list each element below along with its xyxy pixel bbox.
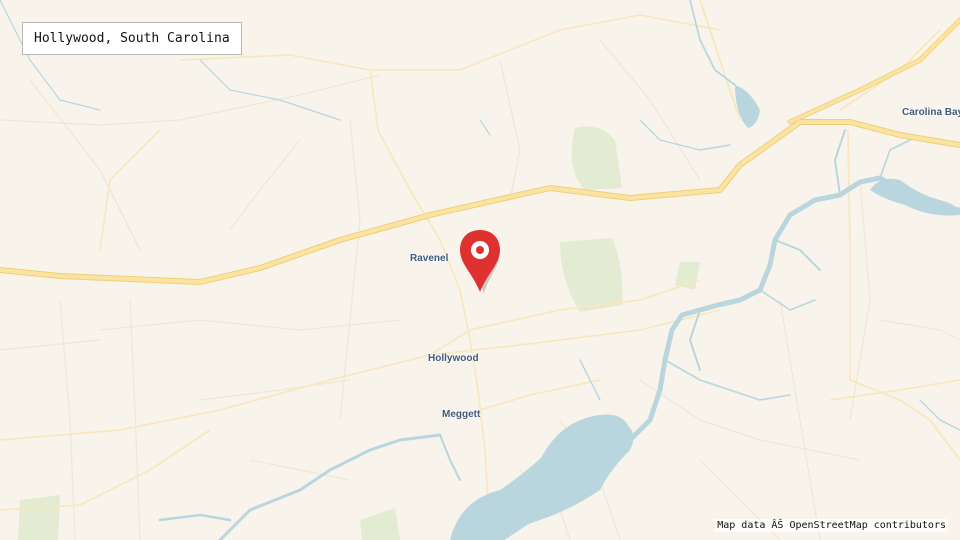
place-label-carolina-bay[interactable]: Carolina Bay <box>902 107 960 118</box>
place-label-ravenel[interactable]: Ravenel <box>410 253 448 264</box>
place-label-hollywood[interactable]: Hollywood <box>428 353 479 364</box>
location-title: Hollywood, South Carolina <box>22 22 242 55</box>
map-pin-icon[interactable] <box>457 228 503 294</box>
map-attribution[interactable]: Map data ÂŠ OpenStreetMap contributors <box>715 519 948 532</box>
place-label-meggett[interactable]: Meggett <box>442 409 480 420</box>
